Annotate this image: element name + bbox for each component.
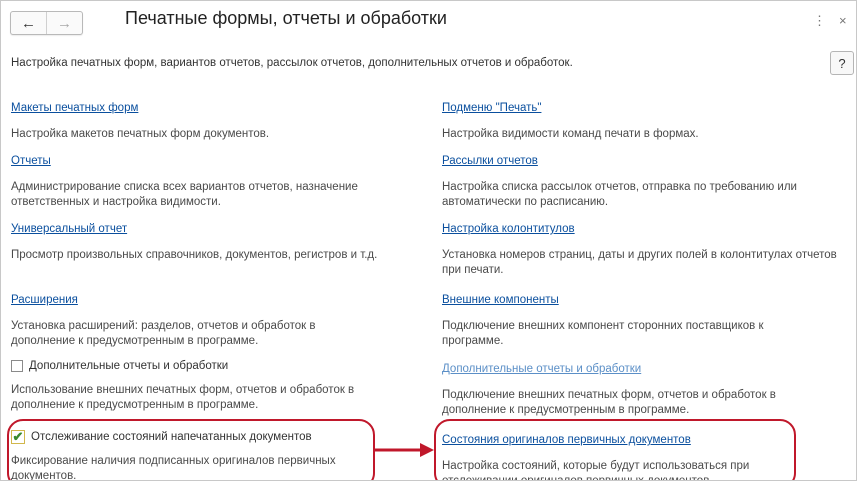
window-header: ← → Печатные формы, отчеты и обработки ⋮… bbox=[1, 1, 856, 39]
additional-reports-option: Дополнительные отчеты и обработки Исполь… bbox=[11, 359, 431, 413]
reports-section: Отчеты Администрирование списка всех вар… bbox=[11, 151, 431, 210]
external-components-section: Внешние компоненты Подключение внешних к… bbox=[442, 290, 856, 349]
headers-footers-link[interactable]: Настройка колонтитулов bbox=[442, 223, 575, 235]
forward-button[interactable]: → bbox=[47, 12, 82, 34]
additional-reports-checkbox-label[interactable]: Дополнительные отчеты и обработки bbox=[29, 360, 228, 372]
highlight-oval-right bbox=[434, 419, 796, 480]
print-submenu-description: Настройка видимости команд печати в форм… bbox=[442, 128, 699, 140]
print-form-templates-section: Макеты печатных форм Настройка макетов п… bbox=[11, 98, 431, 142]
universal-report-link[interactable]: Универсальный отчет bbox=[11, 223, 127, 235]
print-submenu-section: Подменю "Печать" Настройка видимости ком… bbox=[442, 98, 856, 142]
print-form-templates-link[interactable]: Макеты печатных форм bbox=[11, 102, 138, 114]
reports-link[interactable]: Отчеты bbox=[11, 155, 51, 167]
print-form-templates-description: Настройка макетов печатных форм документ… bbox=[11, 128, 270, 140]
report-mailings-description: Настройка списка рассылок отчетов, отпра… bbox=[442, 181, 797, 208]
vertical-dots-icon: ⋮ bbox=[813, 13, 826, 28]
headers-footers-description: Установка номеров страниц, даты и других… bbox=[442, 249, 837, 276]
universal-report-description: Просмотр произвольных справочников, доку… bbox=[11, 249, 378, 261]
navigation-buttons: ← → bbox=[10, 11, 83, 35]
print-submenu-link[interactable]: Подменю "Печать" bbox=[442, 102, 541, 114]
arrow-right-icon: → bbox=[57, 14, 72, 32]
external-components-description: Подключение внешних компонент сторонних … bbox=[442, 320, 764, 347]
help-button[interactable]: ? bbox=[830, 51, 854, 75]
extensions-section: Расширения Установка расширений: раздело… bbox=[11, 290, 431, 349]
additional-reports-link-description: Подключение внешних печатных форм, отчет… bbox=[442, 389, 776, 416]
highlight-oval-left bbox=[7, 419, 375, 480]
additional-reports-checkbox[interactable] bbox=[11, 360, 23, 372]
additional-reports-link[interactable]: Дополнительные отчеты и обработки bbox=[442, 363, 641, 375]
close-button[interactable]: × bbox=[839, 13, 847, 28]
report-mailings-link[interactable]: Рассылки отчетов bbox=[442, 155, 538, 167]
universal-report-section: Универсальный отчет Просмотр произвольны… bbox=[11, 219, 431, 263]
extensions-description: Установка расширений: разделов, отчетов … bbox=[11, 320, 316, 347]
more-menu-button[interactable]: ⋮ bbox=[813, 13, 826, 29]
page-description: Настройка печатных форм, вариантов отчет… bbox=[11, 57, 573, 69]
page-title: Печатные формы, отчеты и обработки bbox=[125, 8, 447, 28]
arrow-left-icon: ← bbox=[21, 14, 36, 32]
additional-reports-description: Использование внешних печатных форм, отч… bbox=[11, 384, 355, 411]
question-icon: ? bbox=[838, 55, 846, 71]
additional-reports-link-section: Дополнительные отчеты и обработки Подклю… bbox=[442, 359, 856, 418]
external-components-link[interactable]: Внешние компоненты bbox=[442, 294, 559, 306]
report-mailings-section: Рассылки отчетов Настройка списка рассыл… bbox=[442, 151, 856, 210]
close-icon: × bbox=[839, 13, 847, 28]
arrow-right-annotation-icon bbox=[374, 443, 434, 457]
report-settings-window: ← → Печатные формы, отчеты и обработки ⋮… bbox=[0, 0, 857, 481]
reports-description: Администрирование списка всех вариантов … bbox=[11, 181, 358, 208]
extensions-link[interactable]: Расширения bbox=[11, 294, 78, 306]
back-button[interactable]: ← bbox=[11, 12, 47, 34]
headers-footers-section: Настройка колонтитулов Установка номеров… bbox=[442, 219, 856, 278]
